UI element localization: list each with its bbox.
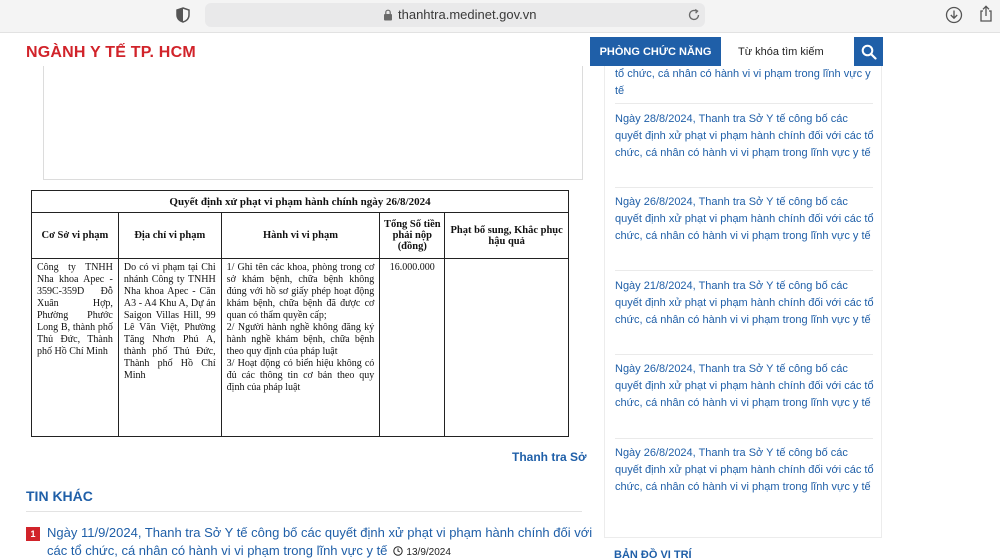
header-address: Địa chỉ vi phạm — [117, 212, 222, 259]
table-header-row: Cơ Sở vi phạm Địa chỉ vi phạm Hành vi vi… — [31, 212, 569, 259]
cell-address: Do có vi phạm tại Chi nhánh Công ty TNHH… — [117, 258, 222, 437]
search-button[interactable] — [854, 37, 883, 66]
search-icon — [861, 44, 877, 60]
url-text: thanhtra.medinet.gov.vn — [398, 7, 537, 22]
divider — [615, 354, 873, 355]
embedded-frame — [43, 66, 583, 180]
sidebar-news-list: tổ chức, cá nhân có hành vi vi phạm tron… — [604, 66, 882, 538]
violation-item: 3/ Hoạt động có biển hiệu không có đủ cá… — [226, 358, 375, 393]
function-menu-button[interactable]: PHÒNG CHỨC NĂNG — [590, 37, 721, 66]
other-news-link[interactable]: Ngày 11/9/2024, Thanh tra Sở Y tế công b… — [47, 525, 592, 558]
shield-icon[interactable] — [176, 7, 190, 23]
search-input[interactable] — [724, 37, 854, 66]
table-title: Quyết định xử phạt vi phạm hành chính ng… — [31, 190, 569, 213]
cell-facility: Công ty TNHH Nha khoa Apec - 359C-359D Đ… — [31, 258, 119, 437]
sidebar-news-item[interactable]: Ngày 26/8/2024, Thanh tra Sở Y tế công b… — [615, 194, 877, 245]
sidebar-news-item[interactable]: Ngày 21/8/2024, Thanh tra Sở Y tế công b… — [615, 278, 877, 329]
address-bar[interactable]: thanhtra.medinet.gov.vn — [205, 3, 705, 27]
news-number-badge: 1 — [26, 527, 40, 541]
share-icon[interactable] — [978, 5, 994, 23]
header-amount: Tổng Số tiền phải nộp (đồng) — [379, 212, 446, 259]
sidebar-news-item[interactable]: tổ chức, cá nhân có hành vi vi phạm tron… — [615, 66, 877, 100]
article-source: Thanh tra Sở — [512, 450, 587, 464]
other-news-title: TIN KHÁC — [26, 488, 93, 504]
divider — [26, 511, 582, 512]
violation-item: 1/ Ghi tên các khoa, phòng trong cơ sở k… — [226, 262, 375, 321]
map-section-title: BẢN ĐỒ VỊ TRÍ — [614, 549, 692, 559]
other-news-item[interactable]: Ngày 11/9/2024, Thanh tra Sở Y tế công b… — [47, 524, 599, 559]
divider — [615, 270, 873, 271]
header-facility: Cơ Sở vi phạm — [31, 212, 119, 259]
divider — [615, 103, 873, 104]
sidebar-news-item[interactable]: Ngày 26/8/2024, Thanh tra Sở Y tế công b… — [615, 445, 877, 496]
clock-icon — [393, 546, 404, 556]
site-title[interactable]: NGÀNH Y TẾ TP. HCM — [26, 44, 196, 62]
violation-item: 2/ Người hành nghề không đăng ký hành ng… — [226, 322, 375, 357]
sidebar-news-item[interactable]: Ngày 28/8/2024, Thanh tra Sở Y tế công b… — [615, 111, 877, 162]
lock-icon — [384, 9, 392, 21]
cell-additional — [444, 258, 569, 437]
table-row: Công ty TNHH Nha khoa Apec - 359C-359D Đ… — [31, 258, 569, 437]
header-additional: Phạt bổ sung, Khắc phục hậu quả — [444, 212, 569, 259]
reload-icon[interactable] — [687, 8, 701, 22]
news-date: 13/9/2024 — [393, 546, 451, 558]
news-date-text: 13/9/2024 — [406, 547, 451, 558]
divider — [615, 438, 873, 439]
decision-table: Quyết định xử phạt vi phạm hành chính ng… — [31, 190, 569, 437]
cell-violations: 1/ Ghi tên các khoa, phòng trong cơ sở k… — [220, 258, 381, 437]
header-violation: Hành vi vi phạm — [220, 212, 381, 259]
cell-amount: 16.000.000 — [379, 258, 446, 437]
divider — [615, 187, 873, 188]
sidebar-news-item[interactable]: Ngày 26/8/2024, Thanh tra Sở Y tế công b… — [615, 361, 877, 412]
download-icon[interactable] — [945, 6, 963, 24]
browser-toolbar: thanhtra.medinet.gov.vn — [0, 0, 1000, 33]
